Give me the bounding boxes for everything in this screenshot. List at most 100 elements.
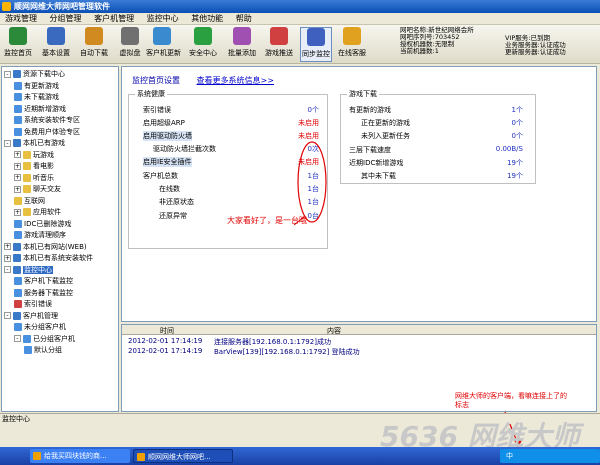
folder-icon [13,70,21,78]
tray-ime[interactable]: 中 [506,452,513,460]
expand-icon[interactable]: + [14,162,21,170]
tree-item-label: 本机已有游戏 [23,139,65,147]
expand-icon[interactable]: + [14,151,21,158]
browser-task-icon [33,452,41,460]
tree-item-label: 客户机管理 [23,311,58,320]
current-machines: 当前机器数:1 [400,47,439,55]
tree-item[interactable]: IDC已删除游戏 [14,219,71,230]
tree-item[interactable]: - 客户机管理 [4,311,58,322]
netbar-info: 网吧名称:新世纪网络会所 网吧序列号:703452 授权机器数:无限制 当前机器… [400,27,474,55]
support-icon [343,27,361,45]
tree-item-label: 互联网 [24,196,45,205]
tree-item-label: 服务器下载监控 [24,288,73,297]
tree-item[interactable]: + 看电影 [14,161,54,172]
folder-icon [14,116,22,124]
expand-icon[interactable]: + [4,243,11,250]
tree-item[interactable]: - 监控中心 [4,265,53,276]
tree-item[interactable]: 系统安装软件专区 [14,115,80,126]
sync-icon [307,28,325,46]
tree-item[interactable]: 互联网 [14,196,45,207]
health-row-label: 启用超级ARP [143,119,185,127]
collapse-icon[interactable]: - [4,70,11,78]
tab-monitor-home[interactable]: 监控首页设置 [132,76,180,85]
download-row-value: 1个 [511,106,523,114]
toolbar-button-5[interactable]: 安全中心 [187,27,219,62]
tree-item[interactable]: + 本机已有系统安装软件 [4,253,93,264]
toolbar-button-2[interactable]: 自动下载 [78,27,110,62]
download-row-label: 有更新的游戏 [349,106,391,114]
tree-item[interactable]: + 玩游戏 [14,150,54,161]
folder-icon [14,104,22,113]
folder-icon [24,346,32,354]
tree-item[interactable]: 未分组客户机 [14,322,66,333]
tree-item[interactable]: 有更新游戏 [14,81,59,92]
folder-icon [13,242,21,251]
toolbar-button-7[interactable]: 游戏推送 [263,27,295,62]
folder-icon [14,81,22,90]
toolbar-button-4[interactable]: 客户机更新 [146,27,181,62]
toolbar-button-label: 基本设置 [42,49,70,57]
log-row-2-time: 2012-02-01 17:14:19 [128,347,203,355]
tree-item[interactable]: 游戏清理顺序 [14,230,66,241]
log-row-1-content: 连接服务器[192.168.0.1:1792]成功 [214,338,331,346]
tree-item[interactable]: + 听音乐 [14,173,54,184]
tree-item-label: 客户机下载监控 [24,277,73,285]
expand-icon[interactable]: + [14,174,21,181]
tree-item[interactable]: 客户机下载监控 [14,276,73,287]
more-system-info-link[interactable]: 查看更多系统信息>> [197,76,274,85]
monitor-icon [9,27,27,45]
tree-item-label: 本机已有网站(WEB) [23,242,87,251]
toolbar-button-8[interactable]: 同步监控 [300,27,332,62]
health-row-label: 启用IE安全插件 [143,157,192,167]
tree-item[interactable]: 索引错误 [14,299,52,310]
collapse-icon[interactable]: - [4,312,11,319]
app-icon [2,2,11,11]
menu-game[interactable]: 游戏管理 [0,13,42,25]
title-bar: 顺网网维大师网吧管理软件 [0,0,600,13]
tree-item[interactable]: 未下载游戏 [14,92,59,103]
toolbar-button-label: 批量添加 [228,49,256,57]
menu-group[interactable]: 分组管理 [45,13,87,25]
tree-item[interactable]: + 应用软件 [14,207,61,218]
toolbar-button-label: 游戏推送 [265,49,293,57]
annotation-one-machine: 大家看好了，是一台哦 [227,216,307,225]
tree-item[interactable]: - 已分组客户机 [14,334,75,345]
toolbar-button-0[interactable]: 监控首页 [2,27,34,62]
toolbar-button-9[interactable]: 在线客服 [336,27,368,62]
download-row-value: 19个 [507,159,523,167]
folder-icon [14,219,22,228]
taskbar-item-app[interactable]: 顺网网维大师网吧... [133,449,233,463]
toolbar-button-6[interactable]: 批量添加 [226,27,258,62]
toolbar-button-3[interactable]: 虚拟盘 [114,27,146,62]
menu-monitor[interactable]: 监控中心 [142,13,184,25]
push-icon [270,27,288,45]
folder-icon [23,208,31,216]
folder-icon [13,139,21,147]
menu-other[interactable]: 其他功能 [186,13,228,25]
toolbar-button-1[interactable]: 基本设置 [40,27,72,62]
expand-icon[interactable]: + [14,185,21,193]
expand-icon[interactable]: + [4,254,11,262]
tree-item[interactable]: - 本机已有游戏 [4,138,65,149]
log-row-2-content: BarView[139][192.168.0.1:1792] 登陆成功 [214,348,360,356]
game-download-title: 游戏下载 [347,89,379,99]
system-tray: 中 [500,449,600,463]
app-task-icon [137,453,145,461]
toolbar-button-label: 同步监控 [302,50,330,58]
expand-icon[interactable]: + [14,208,21,216]
tree-item[interactable]: 免费用户体验专区 [14,127,80,138]
tree-item[interactable]: 近期新增游戏 [14,104,66,115]
menu-help[interactable]: 帮助 [231,13,257,25]
tree-item[interactable]: + 本机已有网站(WEB) [4,242,87,253]
menu-client[interactable]: 客户机管理 [89,13,139,25]
collapse-icon[interactable]: - [4,266,11,273]
tree-item[interactable]: 服务器下载监控 [14,288,73,299]
collapse-icon[interactable]: - [4,139,11,147]
taskbar-item-browser[interactable]: 给我买四块钱的商... [30,449,130,463]
collapse-icon[interactable]: - [14,335,21,342]
tree-item[interactable]: + 聊天交友 [14,184,61,195]
tree-item-label: 资源下载中心 [23,70,65,78]
tree-item[interactable]: 默认分组 [24,345,62,356]
download-icon [85,27,103,45]
tree-item[interactable]: - 资源下载中心 [4,69,65,80]
